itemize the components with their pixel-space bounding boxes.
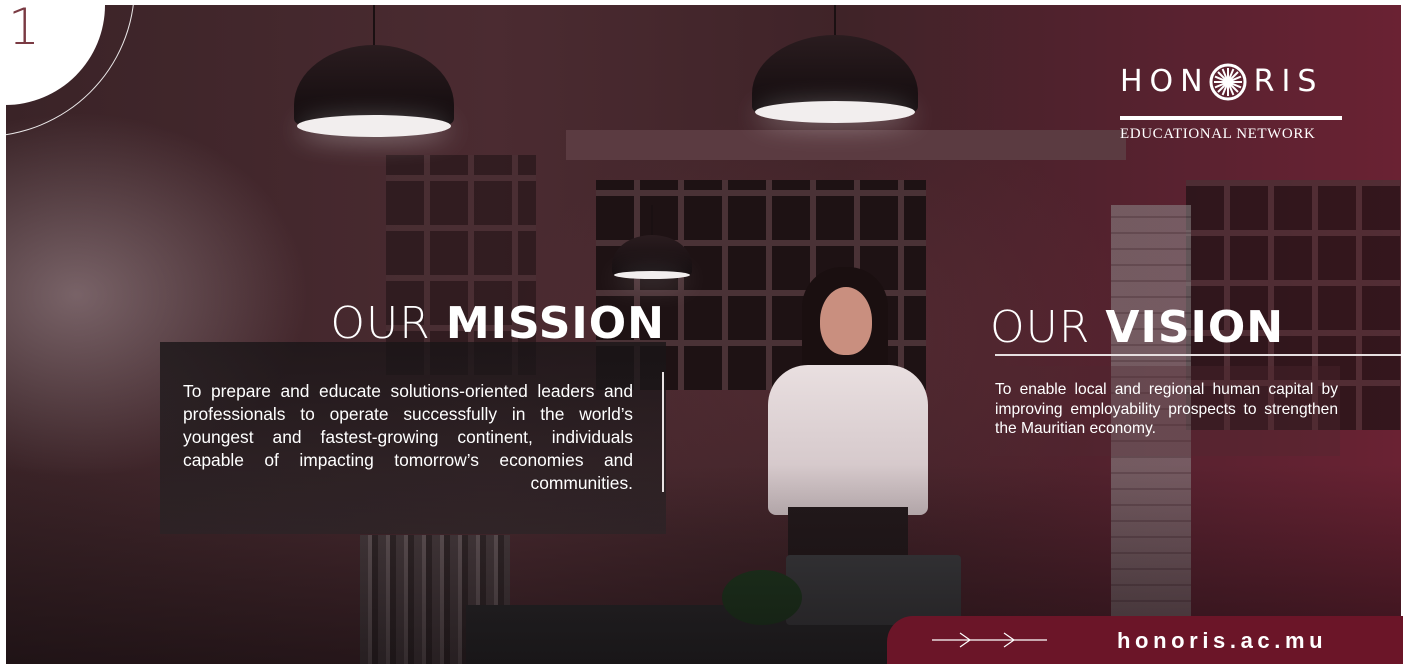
mission-body: To prepare and educate solutions-oriente… <box>183 381 633 493</box>
vision-heading-light: OUR <box>990 302 1106 353</box>
vision-divider <box>995 354 1401 356</box>
pendant-lamp-left <box>294 5 454 145</box>
page-number: 1 <box>8 0 40 56</box>
honoris-logo: HON RIS EDUCATIONAL NETWORK <box>1120 62 1345 143</box>
logo-divider <box>1120 116 1342 120</box>
mission-heading-light: OUR <box>330 298 446 349</box>
pendant-lamp-small <box>612 205 692 285</box>
logo-word-left: HON <box>1120 64 1210 99</box>
vision-heading-bold: VISION <box>1105 302 1285 353</box>
sunburst-o-icon <box>1209 63 1247 101</box>
mission-divider <box>662 372 664 492</box>
mission-heading-bold: MISSION <box>445 298 665 349</box>
website-link[interactable]: honoris.ac.mu <box>1117 627 1327 655</box>
vision-body: To enable local and regional human capit… <box>995 381 1338 437</box>
logo-word-right: RIS <box>1253 64 1324 99</box>
logo-wordmark: HON RIS <box>1120 62 1345 102</box>
mission-heading: OUR MISSION <box>300 298 665 350</box>
vision-heading: OUR VISION <box>990 302 1284 354</box>
ceiling-beam <box>566 130 1126 160</box>
logo-subtitle: EDUCATIONAL NETWORK <box>1120 126 1316 142</box>
pendant-lamp-center <box>752 5 918 133</box>
long-arrow-right-icon <box>932 632 1047 648</box>
slide: 1 HON RIS EDUCATIONAL NETWORK OUR MISSIO… <box>0 0 1403 664</box>
